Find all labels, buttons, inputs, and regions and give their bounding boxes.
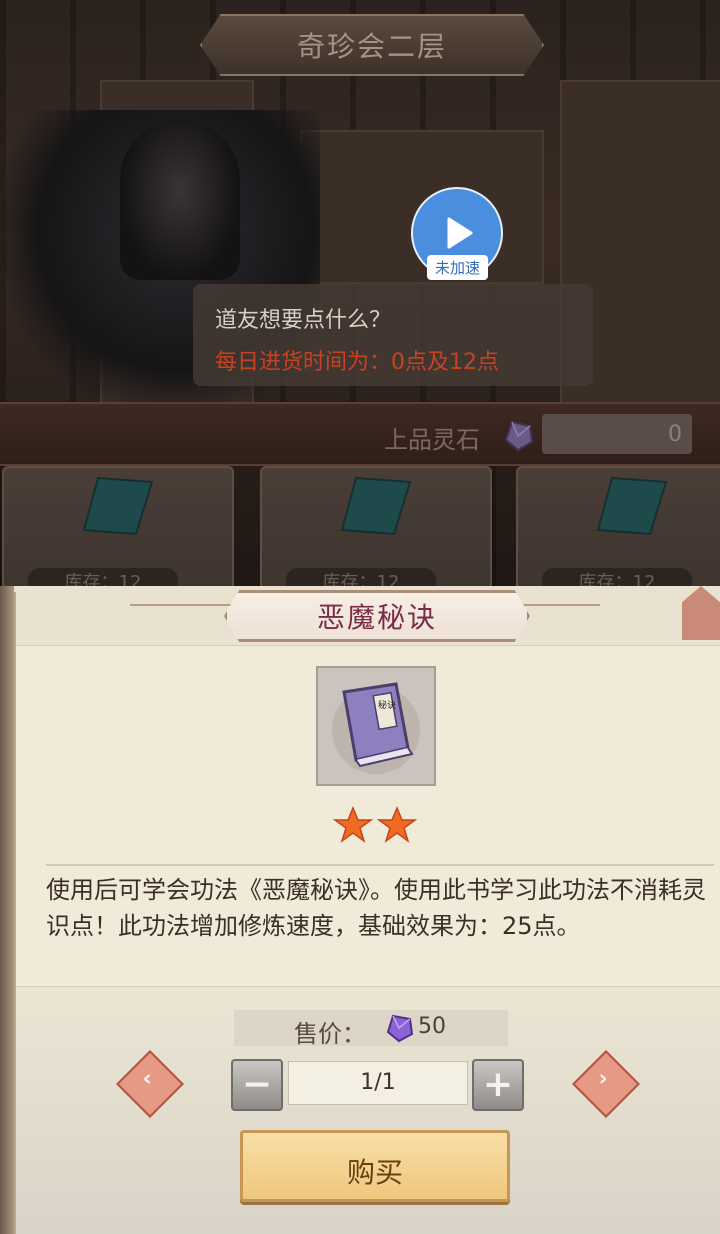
quantity-decrease-button[interactable]: − [231,1059,283,1111]
play-icon [447,217,473,249]
minus-icon: − [241,1064,273,1105]
item-description: 使用后可学会功法《恶魔秘诀》。使用此书学习此功法不消耗灵识点！此功法增加修炼速度… [46,876,706,940]
book-label: 秘诀 [378,699,396,711]
crystal-shard-icon [596,476,668,536]
arrow-right-icon: › [598,1066,608,1092]
star-icon [377,806,417,843]
item-title-banner: 恶魔秘诀 [224,590,530,642]
popup-left-edge [0,586,14,1234]
description-divider [46,864,714,866]
currency-bar: 上品灵石 0 [0,402,720,466]
speed-status-label: 未加速 [427,255,489,280]
crystal-shard-icon [340,476,412,536]
price-value: 50 [418,1014,446,1039]
buy-button-label: 购买 [346,1156,403,1189]
currency-amount: 0 [668,422,682,447]
price-label: 售价： [294,1020,366,1048]
plus-icon: + [482,1064,514,1105]
currency-amount-field: 0 [542,414,692,454]
page-title-banner: 奇珍会二层 [200,14,544,76]
item-rarity-stars [333,806,417,844]
merchant-hood [120,120,240,280]
item-title: 恶魔秘诀 [316,601,437,634]
quantity-increase-button[interactable]: + [472,1059,524,1111]
speed-up-button[interactable]: 未加速 [411,187,505,281]
crystal-shard-icon [82,476,154,536]
goods-card[interactable]: 库存：12 [2,466,234,594]
dialog-greeting: 道友想要点什么？ [215,308,392,333]
page-title: 奇珍会二层 [296,30,447,63]
dialog-restock-time: 每日进货时间为：0点及12点 [215,350,499,375]
merchant-dialog: 道友想要点什么？ 每日进货时间为：0点及12点 [193,284,593,386]
star-icon [333,806,373,843]
goods-card[interactable]: 库存：12 [516,466,720,594]
goods-card[interactable]: 库存：12 [260,466,492,594]
book-icon: 秘诀 [332,682,420,774]
crystal-icon [504,420,534,452]
arrow-left-icon: ‹ [142,1066,152,1092]
goods-row: 库存：12 库存：12 库存：12 [0,462,720,594]
currency-label: 上品灵石 [384,426,480,454]
crystal-icon [386,1014,414,1043]
quantity-value: 1/1 [360,1070,396,1095]
price-box: 售价： 50 [234,1010,508,1048]
buy-button[interactable]: 购买 [240,1130,510,1202]
item-icon-frame: 秘诀 [316,666,436,786]
quantity-field[interactable]: 1/1 [288,1061,468,1105]
